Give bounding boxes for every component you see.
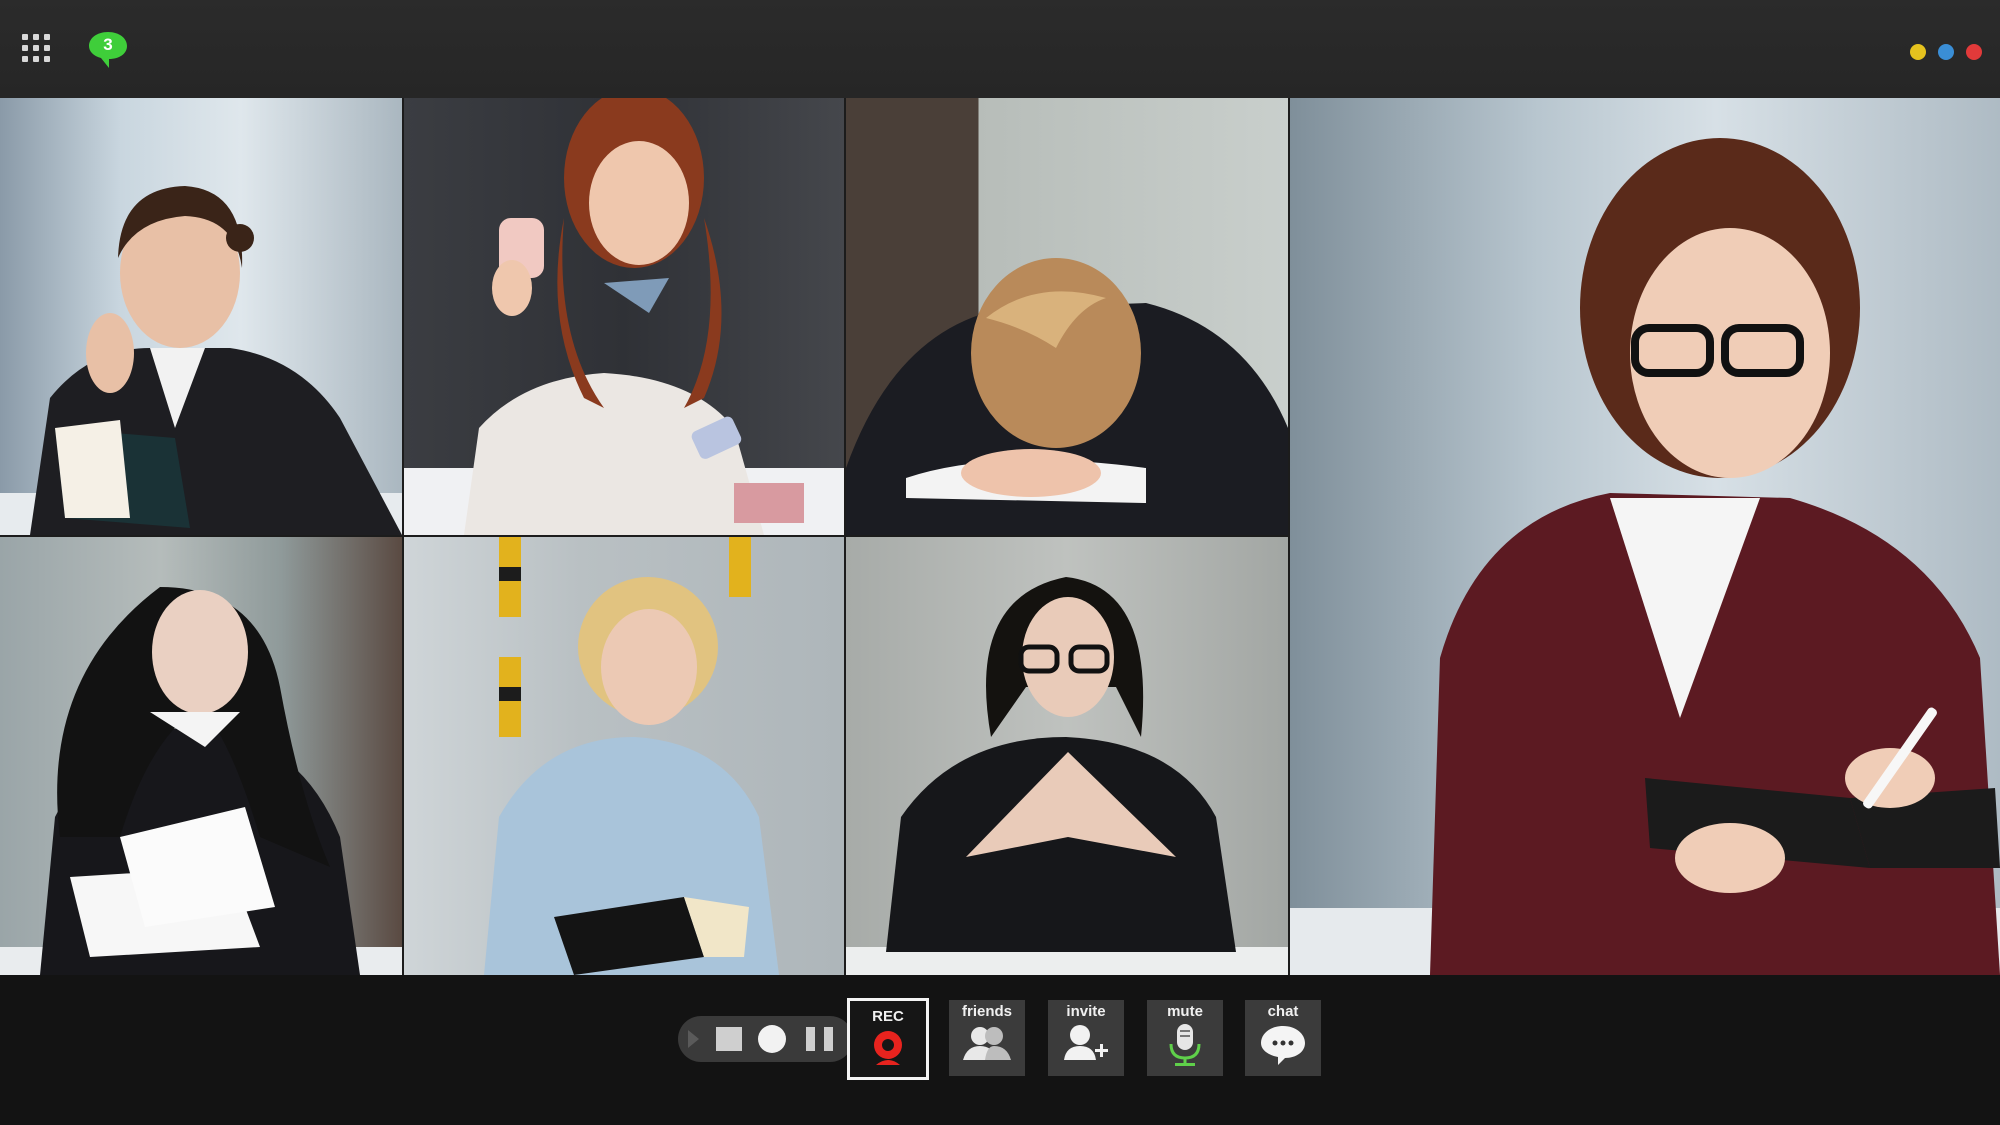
recorder-controls xyxy=(678,1016,853,1062)
participant-tile-6[interactable] xyxy=(846,537,1288,975)
participant-tile-3[interactable] xyxy=(846,98,1288,535)
participant-tile-7-active-speaker[interactable] xyxy=(1290,98,2000,975)
chat-notification-icon[interactable]: 3 xyxy=(86,30,130,70)
stop-icon[interactable] xyxy=(716,1027,742,1051)
maximize-dot[interactable] xyxy=(1938,44,1954,60)
participant-tile-1[interactable] xyxy=(0,98,402,535)
invite-label: invite xyxy=(1066,1003,1106,1020)
chat-button[interactable]: chat xyxy=(1245,1000,1321,1076)
participant-video-2 xyxy=(404,98,844,535)
pause-icon[interactable] xyxy=(806,1027,836,1051)
chat-bubble-icon xyxy=(1261,1026,1305,1065)
chat-label: chat xyxy=(1267,1003,1299,1020)
chat-badge-count: 3 xyxy=(103,35,113,54)
participant-video-6 xyxy=(846,577,1288,975)
mute-label: mute xyxy=(1167,1003,1203,1020)
participant-video-4 xyxy=(0,587,402,975)
participant-video-5 xyxy=(484,537,779,975)
microphone-icon xyxy=(1169,1024,1201,1066)
invite-button[interactable]: invite xyxy=(1048,1000,1124,1076)
friends-icon xyxy=(963,1027,1011,1060)
rec-label: REC xyxy=(872,1008,904,1025)
rec-button[interactable]: REC xyxy=(847,998,929,1080)
friends-button[interactable]: friends xyxy=(949,1000,1025,1076)
top-bar: 3 xyxy=(0,0,2000,98)
record-dot-icon[interactable] xyxy=(758,1025,786,1053)
add-user-icon xyxy=(1064,1025,1108,1060)
webcam-icon xyxy=(874,1031,902,1065)
participant-video-7 xyxy=(1290,138,2000,975)
minimize-dot[interactable] xyxy=(1910,44,1926,60)
mute-button[interactable]: mute xyxy=(1147,1000,1223,1076)
participant-video-1 xyxy=(0,186,402,535)
participant-tile-2[interactable] xyxy=(404,98,844,535)
participant-video-3 xyxy=(846,258,1288,535)
close-dot[interactable] xyxy=(1966,44,1982,60)
participant-tile-5[interactable] xyxy=(404,537,844,975)
window-controls xyxy=(1910,44,1982,60)
play-icon[interactable] xyxy=(688,1030,699,1048)
friends-label: friends xyxy=(961,1003,1012,1020)
participant-tile-4[interactable] xyxy=(0,537,402,975)
apps-grid-icon[interactable] xyxy=(22,34,50,62)
